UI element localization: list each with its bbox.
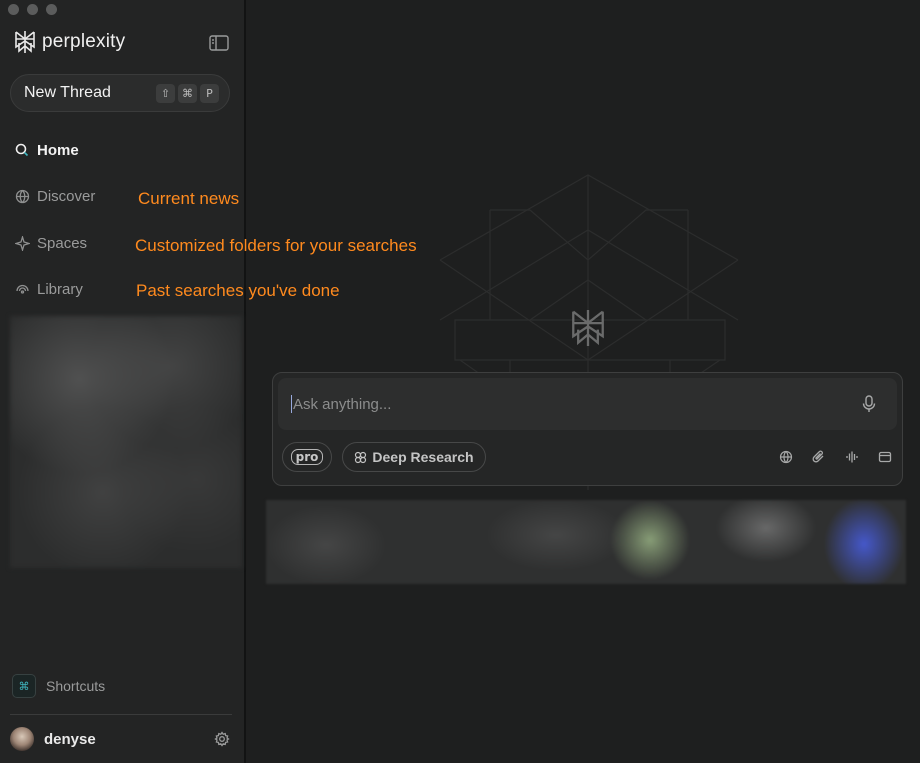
blurred-suggestions [266, 500, 906, 584]
annotation-spaces: Customized folders for your searches [135, 236, 417, 255]
paperclip-icon[interactable] [812, 450, 826, 464]
search-icon [14, 142, 30, 158]
sidebar-item-spaces[interactable]: Spaces [14, 231, 95, 255]
sidebar-item-home[interactable]: Home [14, 138, 95, 162]
ask-input[interactable]: Ask anything... [278, 378, 897, 430]
brand: perplexity [14, 30, 125, 54]
window-controls [8, 4, 57, 15]
new-thread-button[interactable]: New Thread ⇧ ⌘ P [10, 74, 230, 112]
new-thread-shortcut: ⇧ ⌘ P [156, 83, 219, 103]
microphone-icon[interactable] [861, 395, 877, 413]
sidebar-item-label: Spaces [37, 234, 88, 252]
deep-research-button[interactable]: Deep Research [342, 442, 486, 472]
pro-toggle-button[interactable]: pro [282, 442, 332, 472]
sidebar-divider [10, 714, 232, 715]
command-icon: ⌘ [12, 674, 36, 698]
sidebar-item-label: Discover [37, 187, 96, 205]
browser-window-icon[interactable] [878, 450, 892, 464]
user-profile[interactable]: denyse [10, 727, 96, 751]
annotation-discover: Current news [138, 189, 240, 208]
deep-research-label: Deep Research [372, 449, 474, 465]
gear-icon[interactable] [214, 731, 230, 747]
minimize-window-button[interactable] [27, 4, 38, 15]
p-key: P [200, 83, 219, 103]
perplexity-center-logo-icon [572, 310, 604, 346]
sidebar-toggle-icon[interactable] [208, 34, 230, 52]
close-window-button[interactable] [8, 4, 19, 15]
sidebar-item-label: Home [37, 141, 79, 159]
shortcuts-label: Shortcuts [46, 678, 106, 694]
zoom-window-button[interactable] [46, 4, 57, 15]
library-icon [14, 281, 30, 297]
sparkle-icon [14, 235, 30, 251]
sidebar-item-label: Library [37, 280, 83, 298]
pro-label: pro [290, 449, 324, 465]
sidebar: perplexity New Thread ⇧ ⌘ P Home Discove… [0, 0, 246, 763]
user-name: denyse [44, 730, 96, 748]
shortcuts-button[interactable]: ⌘ Shortcuts [12, 674, 105, 698]
ask-input-placeholder: Ask anything... [293, 395, 392, 413]
text-caret [291, 395, 292, 413]
annotation-library: Past searches you've done [136, 281, 340, 300]
blurred-thread-history [10, 316, 242, 568]
avatar [10, 727, 34, 751]
new-thread-label: New Thread [24, 84, 111, 101]
sidebar-item-library[interactable]: Library [14, 277, 95, 301]
perplexity-logo-icon [15, 31, 35, 53]
sidebar-item-discover[interactable]: Discover [14, 184, 95, 208]
shift-key: ⇧ [156, 83, 175, 103]
globe-icon [14, 188, 30, 204]
deep-research-icon [355, 451, 367, 463]
sidebar-nav: Home Discover Spaces Library [14, 138, 95, 323]
audio-wave-icon[interactable] [845, 450, 859, 464]
command-key: ⌘ [178, 83, 197, 103]
globe-icon[interactable] [779, 450, 793, 464]
composer: Ask anything... pro Deep Research [272, 372, 903, 486]
composer-tools [779, 450, 892, 464]
brand-name: perplexity [42, 31, 126, 52]
